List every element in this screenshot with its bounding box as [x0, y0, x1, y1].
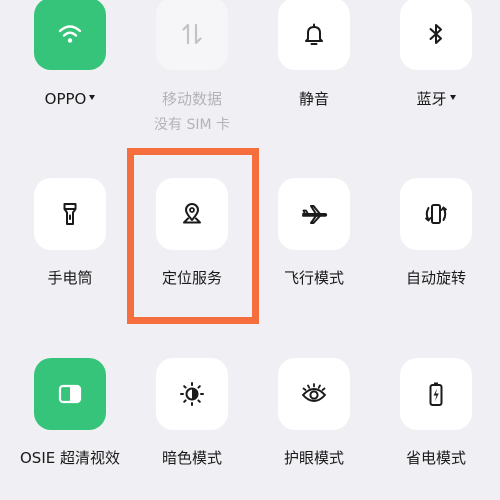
location-pin-icon — [177, 199, 207, 229]
osie-display-label: OSIE 超清视效 — [20, 449, 120, 467]
flashlight-label: 手电筒 — [47, 269, 93, 287]
mobile-data-label: 移动数据 — [161, 90, 222, 108]
wifi-toggle-label[interactable]: OPPO — [8, 90, 132, 108]
wifi-icon — [55, 19, 85, 49]
mobile-data-toggle[interactable] — [156, 0, 228, 70]
eye-protection-toggle[interactable] — [278, 358, 350, 430]
flashlight-icon — [55, 199, 85, 229]
location-service-toggle[interactable] — [156, 178, 228, 250]
bluetooth-icon — [421, 19, 451, 49]
mute-toggle[interactable] — [278, 0, 350, 70]
airplane-mode-label: 飞行模式 — [283, 269, 344, 287]
flashlight-toggle[interactable] — [34, 178, 106, 250]
airplane-mode-toggle[interactable] — [278, 178, 350, 250]
auto-rotate-label: 自动旋转 — [405, 269, 466, 287]
bell-icon — [299, 19, 329, 49]
bluetooth-toggle[interactable] — [400, 0, 472, 70]
mute-label: 静音 — [298, 90, 329, 108]
eye-protection-icon — [299, 379, 329, 409]
chevron-down-icon — [89, 95, 96, 100]
location-service-label: 定位服务 — [161, 269, 222, 287]
mobile-data-sublabel: 没有 SIM 卡 — [154, 117, 230, 133]
mobile-data-icon — [177, 19, 207, 49]
battery-saver-toggle[interactable] — [400, 358, 472, 430]
osie-display-icon — [55, 379, 85, 409]
battery-saver-icon — [421, 379, 451, 409]
airplane-icon — [299, 199, 329, 229]
bluetooth-label[interactable]: 蓝牙 — [374, 90, 498, 108]
chevron-down-icon — [449, 95, 456, 100]
dark-mode-toggle[interactable] — [156, 358, 228, 430]
auto-rotate-toggle[interactable] — [400, 178, 472, 250]
dark-mode-icon — [177, 379, 207, 409]
dark-mode-label: 暗色模式 — [161, 449, 222, 467]
osie-display-toggle[interactable] — [34, 358, 106, 430]
auto-rotate-icon — [421, 199, 451, 229]
wifi-toggle[interactable] — [34, 0, 106, 70]
battery-saver-label: 省电模式 — [405, 449, 466, 467]
eye-protection-label: 护眼模式 — [283, 449, 344, 467]
